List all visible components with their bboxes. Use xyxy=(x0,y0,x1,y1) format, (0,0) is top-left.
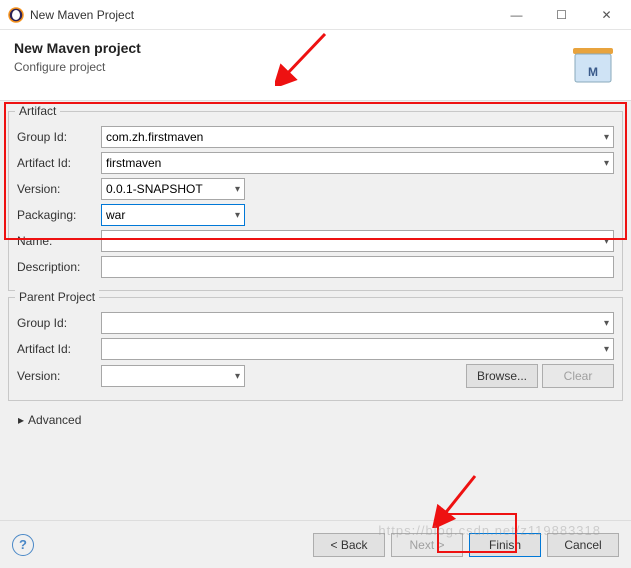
back-button[interactable]: < Back xyxy=(313,533,385,557)
description-input[interactable] xyxy=(101,256,614,278)
group-id-input[interactable]: com.zh.firstmaven ▾ xyxy=(101,126,614,148)
page-subtitle: Configure project xyxy=(14,60,141,74)
chevron-right-icon: ▸ xyxy=(18,413,24,427)
parent-fieldset: Parent Project Group Id: ▾ Artifact Id: … xyxy=(8,297,623,401)
parent-version-input[interactable]: ▾ xyxy=(101,365,245,387)
artifact-id-value: firstmaven xyxy=(106,156,161,170)
advanced-expander[interactable]: ▸ Advanced xyxy=(8,407,623,433)
chevron-down-icon: ▾ xyxy=(604,318,609,329)
eclipse-icon xyxy=(8,7,24,23)
version-input[interactable]: 0.0.1-SNAPSHOT ▾ xyxy=(101,178,245,200)
annotation-arrow-bottom xyxy=(425,468,485,528)
artifact-fieldset: Artifact Group Id: com.zh.firstmaven ▾ A… xyxy=(8,111,623,291)
packaging-label: Packaging: xyxy=(17,208,95,222)
artifact-id-input[interactable]: firstmaven ▾ xyxy=(101,152,614,174)
description-label: Description: xyxy=(17,260,95,274)
parent-group-id-input[interactable]: ▾ xyxy=(101,312,614,334)
group-id-label: Group Id: xyxy=(17,130,95,144)
help-icon[interactable]: ? xyxy=(12,534,34,556)
group-id-value: com.zh.firstmaven xyxy=(106,130,203,144)
minimize-button[interactable]: ― xyxy=(494,1,539,29)
wizard-footer: ? < Back Next > Finish Cancel xyxy=(0,520,631,568)
wizard-body: Artifact Group Id: com.zh.firstmaven ▾ A… xyxy=(0,101,631,437)
artifact-legend: Artifact xyxy=(15,104,60,118)
chevron-down-icon: ▾ xyxy=(604,158,609,169)
artifact-id-label: Artifact Id: xyxy=(17,156,95,170)
close-button[interactable]: ✕ xyxy=(584,1,629,29)
finish-button[interactable]: Finish xyxy=(469,533,541,557)
packaging-value: war xyxy=(106,208,125,222)
parent-legend: Parent Project xyxy=(15,290,99,304)
clear-button[interactable]: Clear xyxy=(542,364,614,388)
chevron-down-icon: ▾ xyxy=(604,132,609,143)
version-value: 0.0.1-SNAPSHOT xyxy=(106,182,203,196)
packaging-input[interactable]: war ▾ xyxy=(101,204,245,226)
parent-version-label: Version: xyxy=(17,369,95,383)
parent-group-id-label: Group Id: xyxy=(17,316,95,330)
svg-text:M: M xyxy=(588,65,598,79)
titlebar: New Maven Project ― ☐ ✕ xyxy=(0,0,631,30)
parent-artifact-id-input[interactable]: ▾ xyxy=(101,338,614,360)
maximize-button[interactable]: ☐ xyxy=(539,1,584,29)
chevron-down-icon: ▾ xyxy=(235,210,240,221)
advanced-label: Advanced xyxy=(28,413,81,427)
name-input[interactable]: ▾ xyxy=(101,230,614,252)
parent-artifact-id-label: Artifact Id: xyxy=(17,342,95,356)
name-label: Name: xyxy=(17,234,95,248)
chevron-down-icon: ▾ xyxy=(235,184,240,195)
version-label: Version: xyxy=(17,182,95,196)
window-title: New Maven Project xyxy=(30,8,494,22)
browse-button[interactable]: Browse... xyxy=(466,364,538,388)
cancel-button[interactable]: Cancel xyxy=(547,533,619,557)
chevron-down-icon: ▾ xyxy=(235,371,240,382)
chevron-down-icon: ▾ xyxy=(604,344,609,355)
page-title: New Maven project xyxy=(14,40,141,56)
maven-wizard-icon: M xyxy=(569,40,617,88)
next-button[interactable]: Next > xyxy=(391,533,463,557)
chevron-down-icon: ▾ xyxy=(604,236,609,247)
wizard-header: New Maven project Configure project M xyxy=(0,30,631,101)
